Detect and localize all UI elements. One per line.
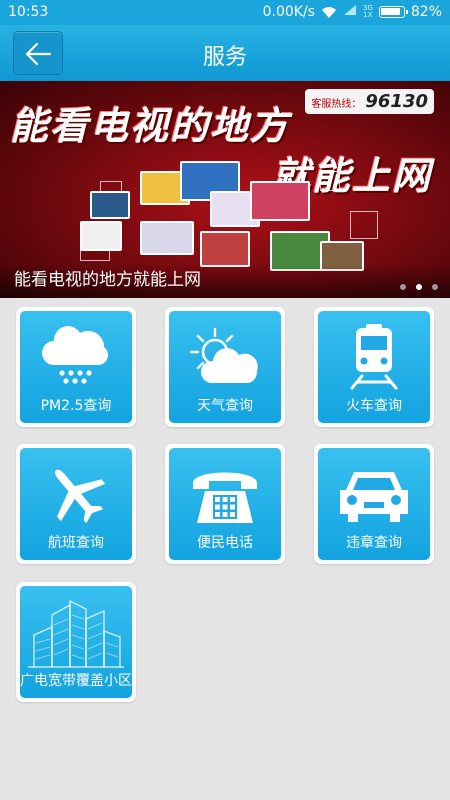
- wifi-icon: [321, 6, 336, 18]
- cloud-snow-icon: [42, 326, 108, 384]
- tile-flight[interactable]: 航班查询: [16, 444, 136, 564]
- tile-label: PM2.5查询: [40, 398, 112, 414]
- network-type: 3G 1X: [362, 4, 373, 19]
- tile-label: 广电宽带覆盖小区: [20, 673, 132, 689]
- banner-headline-1: 能看电视的地方: [10, 103, 291, 148]
- tile-pm25-face: PM2.5查询: [20, 311, 132, 423]
- tile-weather-face: 天气查询: [169, 311, 281, 423]
- train-icon: [350, 324, 398, 390]
- telephone-icon: [193, 472, 257, 523]
- hotline-label: 客服热线：: [311, 99, 362, 110]
- tile-label: 便民电话: [197, 535, 253, 551]
- carousel-indicator: [400, 284, 438, 290]
- battery-level: 82%: [410, 4, 442, 20]
- banner-caption: 能看电视的地方就能上网: [14, 270, 201, 290]
- tile-broadband-face: 广电宽带覆盖小区: [20, 586, 132, 698]
- tile-weather[interactable]: 天气查询: [165, 307, 285, 427]
- promo-banner[interactable]: 客服热线： 96130 能看电视的地方 就能上网 能看电视的地方就能上网: [0, 81, 450, 298]
- carousel-dot[interactable]: [400, 284, 406, 290]
- tile-phone[interactable]: 便民电话: [165, 444, 285, 564]
- page-title: 服务: [202, 45, 247, 70]
- signal-icon: [343, 4, 357, 20]
- tile-label: 航班查询: [48, 535, 104, 551]
- tile-phone-face: 便民电话: [169, 448, 281, 560]
- tile-train[interactable]: 火车查询: [314, 307, 434, 427]
- status-indicators: 0.00K/s 3G 1X 82%: [263, 4, 442, 20]
- title-bar: 服务: [0, 25, 450, 81]
- tile-broadband-coverage[interactable]: 广电宽带覆盖小区: [16, 582, 136, 702]
- sun-cloud-icon: [189, 327, 258, 383]
- tile-violation-face: 违章查询: [318, 448, 430, 560]
- tile-label: 天气查询: [197, 398, 253, 414]
- tile-flight-face: 航班查询: [20, 448, 132, 560]
- status-time: 10:53: [8, 4, 49, 20]
- network-speed: 0.00K/s: [262, 4, 315, 20]
- tile-pm25[interactable]: PM2.5查询: [16, 307, 136, 427]
- status-bar: 10:53 0.00K/s 3G 1X 82%: [0, 0, 450, 25]
- buildings-icon: [28, 599, 124, 668]
- car-icon: [340, 472, 408, 522]
- tile-violation[interactable]: 违章查询: [314, 444, 434, 564]
- hotline-number: 96130: [365, 91, 428, 112]
- tile-train-face: 火车查询: [318, 311, 430, 423]
- tile-label: 违章查询: [346, 535, 402, 551]
- hotline-badge: 客服热线： 96130: [305, 89, 434, 114]
- carousel-dot[interactable]: [432, 284, 438, 290]
- battery-icon: [378, 6, 408, 18]
- carousel-dot-active[interactable]: [416, 284, 422, 290]
- airplane-icon: [55, 469, 106, 524]
- tile-label: 火车查询: [346, 398, 402, 414]
